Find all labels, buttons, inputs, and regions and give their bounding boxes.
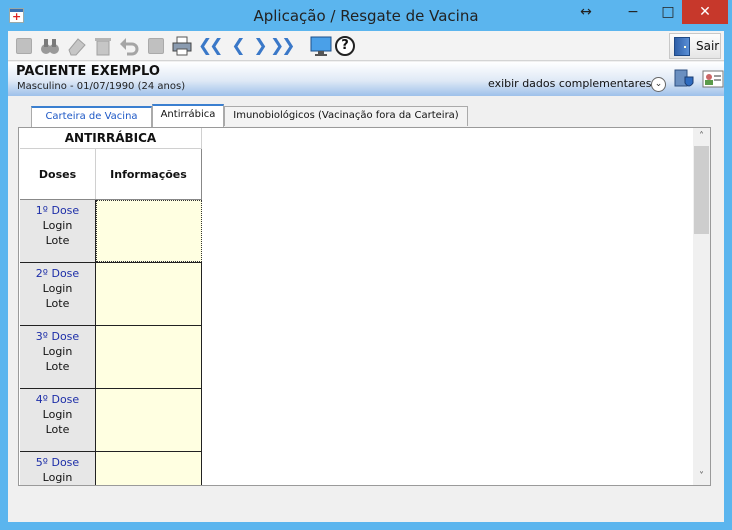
dose-name: 5º Dose	[35, 456, 80, 469]
grid-rows: 1º Dose Login Lote 2º Dose Login Lote 3º…	[20, 200, 202, 485]
tab-antirrabica[interactable]: Antirrábica	[152, 104, 224, 127]
close-button[interactable]: ✕	[682, 0, 728, 24]
previous-record-button[interactable]: ❮	[226, 35, 248, 57]
dose-name: 2º Dose	[35, 267, 80, 280]
patient-header: PACIENTE EXEMPLO Masculino - 01/07/1990 …	[8, 62, 724, 96]
dose-label-cell: 4º Dose Login Lote	[20, 389, 96, 451]
tab-strip: Carteira de Vacina Antirrábica Imunobiol…	[18, 104, 718, 127]
dose-name: 1º Dose	[35, 204, 80, 217]
first-record-button[interactable]: ❮❮	[198, 35, 224, 57]
tab-imunobiologicos[interactable]: Imunobiológicos (Vacinação fora da Carte…	[224, 106, 468, 126]
dose-name: 3º Dose	[35, 330, 80, 343]
table-row: 5º Dose Login	[20, 452, 202, 485]
dose-label-cell: 1º Dose Login Lote	[20, 200, 96, 262]
dose-lote-label: Lote	[45, 360, 70, 373]
dose-label-cell: 2º Dose Login Lote	[20, 263, 96, 325]
dose-lote-label: Lote	[45, 234, 70, 247]
minimize-button[interactable]: −	[618, 0, 648, 24]
computer-shield-icon[interactable]	[673, 68, 695, 90]
patient-info: Masculino - 01/07/1990 (24 anos)	[17, 81, 186, 92]
next-record-button[interactable]: ❯	[248, 35, 270, 57]
dose-label-cell: 3º Dose Login Lote	[20, 326, 96, 388]
grid-header-row: Doses Informações	[20, 149, 202, 200]
dose-lote-label: Lote	[45, 297, 70, 310]
search-binoculars-icon[interactable]	[39, 35, 61, 57]
dose-login-label: Login	[42, 345, 73, 358]
resize-icon[interactable]: ↔	[573, 0, 599, 24]
last-record-button[interactable]: ❯❯	[270, 35, 296, 57]
table-row: 3º Dose Login Lote	[20, 326, 202, 389]
scroll-up-icon[interactable]: ˄	[693, 128, 710, 145]
table-row: 1º Dose Login Lote	[20, 200, 202, 263]
dose-info-cell[interactable]	[96, 200, 202, 262]
maximize-button[interactable]: □	[655, 0, 681, 24]
help-icon[interactable]: ?	[334, 35, 356, 57]
antirrabica-panel: ANTIRRÁBICA Doses Informações 1º Dose Lo…	[18, 127, 711, 486]
door-icon	[674, 37, 690, 56]
scroll-down-icon[interactable]: ˅	[693, 468, 710, 485]
dose-grid: ANTIRRÁBICA Doses Informações 1º Dose Lo…	[20, 128, 202, 485]
dose-info-cell[interactable]	[96, 389, 202, 451]
dose-info-cell[interactable]	[96, 326, 202, 388]
patient-name: PACIENTE EXEMPLO	[16, 64, 160, 79]
column-header-informacoes: Informações	[96, 149, 202, 199]
toolbar: ❮❮ ❮ ❯ ❯❯ ? Sair	[8, 31, 724, 61]
title-bar[interactable]: Aplicação / Resgate de Vacina ↔ − □ ✕	[0, 0, 732, 32]
dose-login-label: Login	[42, 471, 73, 484]
extra-data-link[interactable]: exibir dados complementares...	[488, 77, 662, 90]
print-icon[interactable]	[171, 35, 193, 57]
dose-login-label: Login	[42, 219, 73, 232]
trash-icon[interactable]	[92, 35, 114, 57]
column-header-doses: Doses	[20, 149, 96, 199]
chevron-down-icon[interactable]: ⌄	[651, 77, 666, 92]
dose-name: 4º Dose	[35, 393, 80, 406]
dose-login-label: Login	[42, 408, 73, 421]
tab-carteira-de-vacina[interactable]: Carteira de Vacina	[31, 106, 152, 127]
client-area: ❮❮ ❮ ❯ ❯❯ ? Sair PACIENTE EXEMPLO Mascul…	[8, 31, 724, 522]
exit-button[interactable]: Sair	[669, 33, 721, 59]
undo-icon[interactable]	[118, 35, 140, 57]
dose-info-cell[interactable]	[96, 263, 202, 325]
monitor-icon[interactable]	[310, 35, 332, 57]
save-icon[interactable]	[145, 35, 167, 57]
exit-label: Sair	[696, 39, 720, 53]
dose-login-label: Login	[42, 282, 73, 295]
dose-lote-label: Lote	[45, 423, 70, 436]
table-row: 4º Dose Login Lote	[20, 389, 202, 452]
vertical-scrollbar[interactable]: ˄ ˅	[693, 128, 710, 485]
new-icon[interactable]	[13, 35, 35, 57]
dose-label-cell: 5º Dose Login	[20, 452, 96, 485]
eraser-icon[interactable]	[66, 35, 88, 57]
grid-title: ANTIRRÁBICA	[20, 128, 202, 149]
patient-card-icon[interactable]	[702, 68, 724, 90]
table-row: 2º Dose Login Lote	[20, 263, 202, 326]
app-window: Aplicação / Resgate de Vacina ↔ − □ ✕	[0, 0, 732, 530]
scroll-thumb[interactable]	[694, 146, 709, 234]
dose-info-cell[interactable]	[96, 452, 202, 485]
